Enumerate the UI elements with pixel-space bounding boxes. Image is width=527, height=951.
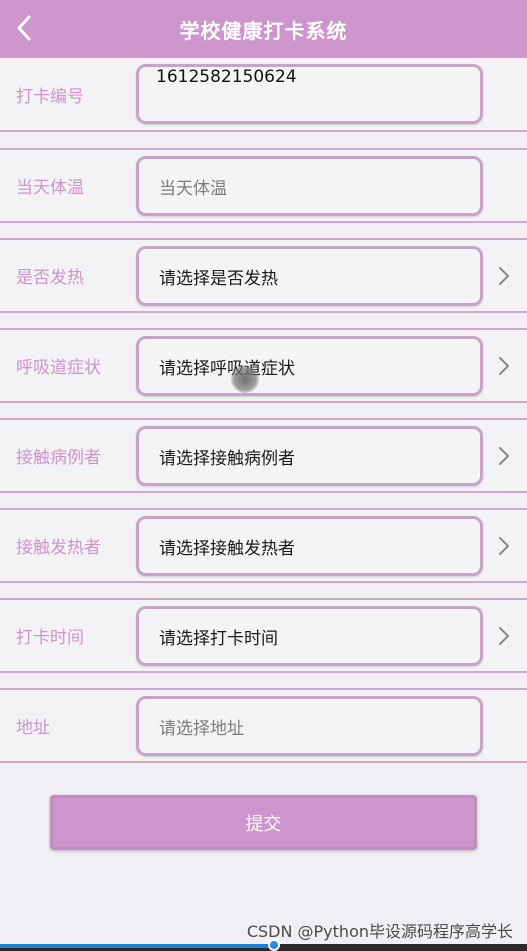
form-row-address: 地址 请选择地址 (0, 688, 527, 763)
form-row-fever-contact[interactable]: 接触发热者 请选择接触发热者 (0, 508, 527, 583)
chevron-left-icon (17, 15, 31, 41)
watermark-text: CSDN @Python毕设源码程序高学长 (246, 922, 513, 941)
video-progress-handle[interactable] (268, 939, 281, 951)
fever-contact-chevron-right-icon[interactable] (494, 534, 514, 558)
checkin-id-field[interactable]: 1612582150624 (136, 64, 483, 124)
touch-cursor-indicator (231, 365, 259, 393)
page-title: 学校健康打卡系统 (179, 18, 348, 43)
fever-contact-label: 接触发热者 (16, 538, 101, 558)
form-row-respiratory[interactable]: 呼吸道症状 请选择呼吸道症状 (0, 328, 527, 403)
temperature-label: 当天体温 (16, 178, 84, 198)
respiratory-select[interactable]: 请选择呼吸道症状 (136, 336, 483, 396)
fever-contact-select[interactable]: 请选择接触发热者 (136, 516, 483, 576)
form-row-fever[interactable]: 是否发热 请选择是否发热 (0, 238, 527, 313)
app-header: 学校健康打卡系统 (0, 0, 527, 58)
video-progress-fill (0, 944, 275, 948)
fever-chevron-right-icon[interactable] (494, 264, 514, 288)
back-button[interactable] (8, 10, 40, 46)
checkin-time-label: 打卡时间 (16, 628, 84, 648)
address-label: 地址 (16, 718, 50, 738)
temperature-input[interactable]: 当天体温 (136, 156, 483, 216)
form-row-case-contact[interactable]: 接触病例者 请选择接触病例者 (0, 418, 527, 493)
address-input[interactable]: 请选择地址 (136, 696, 483, 756)
checkin-time-select[interactable]: 请选择打卡时间 (136, 606, 483, 666)
fever-select[interactable]: 请选择是否发热 (136, 246, 483, 306)
respiratory-chevron-right-icon[interactable] (494, 354, 514, 378)
submit-button[interactable]: 提交 (50, 795, 477, 850)
video-progress-bar[interactable] (0, 939, 527, 951)
case-contact-chevron-right-icon[interactable] (494, 444, 514, 468)
form-row-temperature: 当天体温 当天体温 (0, 148, 527, 223)
form-row-checkin-time[interactable]: 打卡时间 请选择打卡时间 (0, 598, 527, 673)
case-contact-select[interactable]: 请选择接触病例者 (136, 426, 483, 486)
fever-label: 是否发热 (16, 268, 84, 288)
form-row-checkin-id: 打卡编号 1612582150624 (0, 58, 527, 132)
respiratory-label: 呼吸道症状 (16, 358, 101, 378)
checkin-time-chevron-right-icon[interactable] (494, 624, 514, 648)
case-contact-label: 接触病例者 (16, 448, 101, 468)
checkin-id-label: 打卡编号 (16, 86, 84, 107)
